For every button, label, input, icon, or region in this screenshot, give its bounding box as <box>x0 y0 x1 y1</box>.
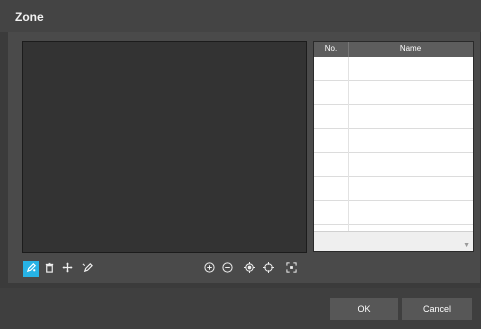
target-icon <box>243 262 255 276</box>
dialog-title: Zone <box>15 10 44 24</box>
crosshair-icon <box>262 262 274 276</box>
erase-zone-button[interactable] <box>79 261 95 277</box>
zoom-in-icon <box>203 262 215 276</box>
center-button[interactable] <box>241 261 257 277</box>
table-row[interactable] <box>314 105 473 129</box>
draw-zone-button[interactable] <box>23 261 39 277</box>
zoom-in-button[interactable] <box>201 261 217 277</box>
zone-viewport[interactable] <box>22 41 307 253</box>
move-zone-button[interactable] <box>59 261 75 277</box>
zone-table: No. Name ▼ <box>313 41 474 252</box>
cancel-button[interactable]: Cancel <box>402 298 472 320</box>
column-header-name[interactable]: Name <box>348 44 473 53</box>
pencil-icon <box>26 262 37 276</box>
triangle-down-icon[interactable]: ▼ <box>463 242 470 249</box>
table-row[interactable] <box>314 81 473 105</box>
table-body <box>314 57 473 251</box>
table-footer: ▼ <box>314 231 473 251</box>
dialog-titlebar: Zone <box>0 0 481 32</box>
trash-icon <box>44 262 55 276</box>
move-icon <box>61 262 73 276</box>
delete-zone-button[interactable] <box>41 261 57 277</box>
locate-button[interactable] <box>260 261 276 277</box>
table-row[interactable] <box>314 153 473 177</box>
table-row[interactable] <box>314 177 473 201</box>
eraser-icon <box>82 262 93 276</box>
table-row[interactable] <box>314 201 473 225</box>
zoom-out-icon <box>221 262 233 276</box>
fit-button[interactable] <box>283 261 299 277</box>
column-header-no[interactable]: No. <box>314 44 348 53</box>
fit-screen-icon <box>285 262 297 276</box>
table-row[interactable] <box>314 57 473 81</box>
table-header: No. Name <box>314 42 473 57</box>
table-row[interactable] <box>314 129 473 153</box>
ok-button[interactable]: OK <box>330 298 398 320</box>
column-divider <box>348 57 349 251</box>
zoom-out-button[interactable] <box>219 261 235 277</box>
